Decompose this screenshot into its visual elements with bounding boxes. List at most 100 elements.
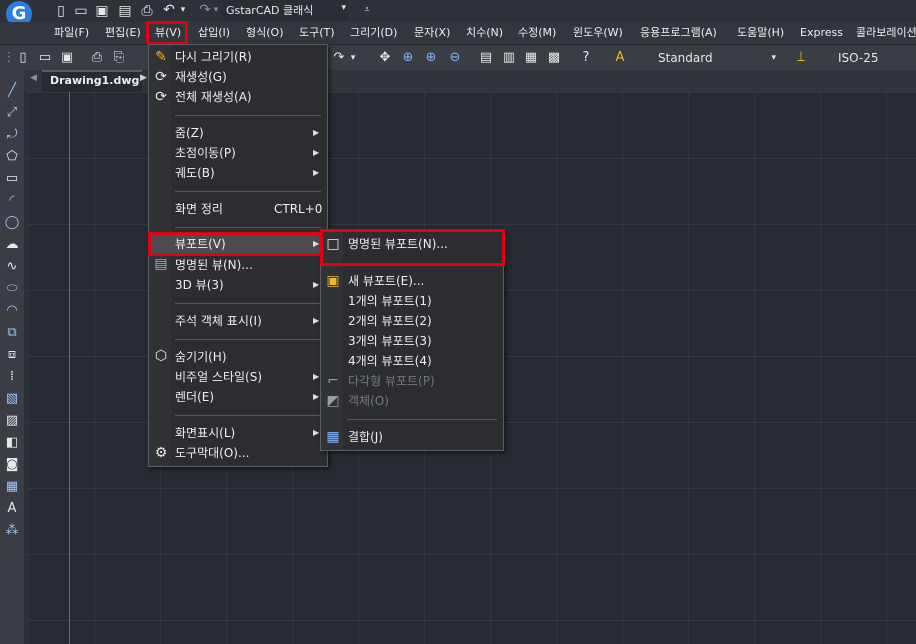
menu-item-visual-styles[interactable]: 비주얼 스타일(S) [175,367,262,387]
menu-dimension[interactable]: 치수(N) [466,25,503,41]
menu-item-render[interactable]: 렌더(E) [175,387,214,407]
revision-cloud-icon[interactable]: ☁ [3,236,21,254]
menu-express[interactable]: Express [800,25,843,41]
menu-collaboration[interactable]: 콜라보레이션 [856,25,916,41]
menu-item-named-views[interactable]: 명명된 뷰(N)... [175,255,253,275]
menu-item-hide[interactable]: 숨기기(H) [175,347,227,367]
tool-palette-icon[interactable]: ▦ [522,49,540,67]
submenu-arrow-icon: ▶ [313,148,320,157]
menu-format[interactable]: 형식(O) [246,25,283,41]
menu-item-orbit[interactable]: 궤도(B) [175,163,215,183]
menu-item-2-viewports[interactable]: 2개의 뷰포트(2) [348,311,432,331]
redo-dropdown-icon[interactable]: ▾ [344,49,362,67]
submenu-arrow-icon: ▶ [313,316,320,325]
menu-item-zoom[interactable]: 줌(Z) [175,123,204,143]
submenu-arrow-icon: ▶ [313,428,320,437]
menu-item-4-viewports[interactable]: 4개의 뷰포트(4) [348,351,432,371]
workspace-selector[interactable]: GstarCAD 클래식 ▾ [222,0,348,20]
menu-item-annotation-display[interactable]: 주석 객체 표시(I) [175,311,262,331]
polyline-icon[interactable]: ⤾ [3,126,21,144]
menu-tools[interactable]: 도구(T) [299,25,335,41]
dim-style-icon[interactable]: ⟘ [792,49,810,67]
save-icon[interactable]: ▣ [58,49,76,67]
save-as-icon[interactable]: ▤ [116,2,134,20]
menu-item-3d-view[interactable]: 3D 뷰(3) [175,275,224,295]
menu-item-1-viewport[interactable]: 1개의 뷰포트(1) [348,291,432,311]
undo-dropdown-icon[interactable]: ▾ [174,1,192,19]
menu-item-3-viewports[interactable]: 3개의 뷰포트(3) [348,331,432,351]
menu-modify[interactable]: 수정(M) [518,25,556,41]
zoom-realtime-icon[interactable]: ⊕ [399,49,417,67]
menu-item-regen-all[interactable]: 전체 재생성(A) [175,87,252,107]
dim-style-select[interactable]: ISO-25 [820,48,916,68]
new-file-icon[interactable]: ▯ [52,2,70,20]
line-icon[interactable]: ╱ [3,82,21,100]
menu-separator [175,339,321,340]
menu-item-regen[interactable]: 재생성(G) [175,67,227,87]
print-icon[interactable]: ⎙ [138,2,156,20]
menu-item-new-viewports[interactable]: 새 뷰포트(E)... [348,271,424,291]
workspace-name: GstarCAD 클래식 [226,4,314,17]
calculator-icon[interactable]: ▩ [545,49,563,67]
add-selected-icon[interactable]: ⁂ [3,522,21,540]
design-center-icon[interactable]: ▥ [500,49,518,67]
tab-scroll-right-icon[interactable]: ▶ [140,73,147,83]
text-style-select[interactable]: Standard ▾ [640,48,782,68]
menu-separator [175,227,321,228]
customize-dropdown-icon[interactable]: ⩡ [358,1,376,19]
menu-item-pan[interactable]: 초점이동(P) [175,143,236,163]
menu-item-join[interactable]: 결합(J) [348,427,383,447]
menu-item-display[interactable]: 화면표시(L) [175,423,235,443]
construction-line-icon[interactable]: ⤢ [3,104,21,122]
help-icon[interactable]: ? [577,49,595,67]
named-views-icon: ▤ [154,256,168,272]
point-icon[interactable]: ⁞ [3,368,21,386]
wipeout-icon[interactable]: ◙ [3,456,21,474]
save-icon[interactable]: ▣ [93,2,111,20]
menu-separator [347,419,497,420]
zoom-window-icon[interactable]: ⊕ [422,49,440,67]
new-file-icon[interactable]: ▯ [14,49,32,67]
print-preview-icon[interactable]: ⎘ [110,49,128,67]
menu-item-toolbars[interactable]: 도구막대(O)... [175,443,249,463]
rectangle-icon[interactable]: ▭ [3,170,21,188]
menu-item-redraw[interactable]: 다시 그리기(R) [175,47,252,67]
polygon-icon[interactable]: ⬠ [3,148,21,166]
clean-screen-shortcut: CTRL+0 [274,202,323,216]
open-folder-icon[interactable]: ▭ [72,2,90,20]
pan-realtime-icon[interactable]: ✥ [376,49,394,67]
text-style-icon[interactable]: A [611,49,629,67]
ellipse-arc-icon[interactable]: ◠ [3,302,21,320]
make-block-icon[interactable]: ⧈ [3,346,21,364]
dim-style-value: ISO-25 [838,51,879,65]
table-icon[interactable]: ▦ [3,478,21,496]
menu-text[interactable]: 문자(X) [414,25,450,41]
zoom-previous-icon[interactable]: ⊖ [446,49,464,67]
hatch-icon[interactable]: ▧ [3,390,21,408]
menu-file[interactable]: 파일(F) [54,25,89,41]
properties-icon[interactable]: ▤ [477,49,495,67]
print-icon[interactable]: ⎙ [88,49,106,67]
spline-icon[interactable]: ∿ [3,258,21,276]
menu-applications[interactable]: 응용프로그램(A) [640,25,717,41]
arc-icon[interactable]: ◜ [3,192,21,210]
menu-item-clean-screen[interactable]: 화면 정리 [175,199,223,219]
ellipse-icon[interactable]: ⬭ [3,280,21,298]
region-icon[interactable]: ◧ [3,434,21,452]
submenu-arrow-icon: ▶ [313,168,320,177]
gradient-icon[interactable]: ▨ [3,412,21,430]
insert-block-icon[interactable]: ⧉ [3,324,21,342]
menu-draw[interactable]: 그리기(D) [350,25,397,41]
menu-help[interactable]: 도움말(H) [737,25,784,41]
menu-window[interactable]: 윈도우(W) [573,25,623,41]
menu-insert[interactable]: 삽입(I) [198,25,230,41]
tab-drawing1[interactable]: Drawing1.dwg [42,70,142,92]
open-folder-icon[interactable]: ▭ [36,49,54,67]
menu-edit[interactable]: 편집(E) [105,25,141,41]
multiline-text-icon[interactable]: A [3,500,21,518]
circle-icon[interactable]: ◯ [3,214,21,232]
menu-item-polygonal-viewport: 다각형 뷰포트(P) [348,374,435,388]
submenu-arrow-icon: ▶ [313,280,320,289]
viewports-highlight [148,232,325,256]
tab-scroll-left-icon[interactable]: ◀ [30,73,37,83]
